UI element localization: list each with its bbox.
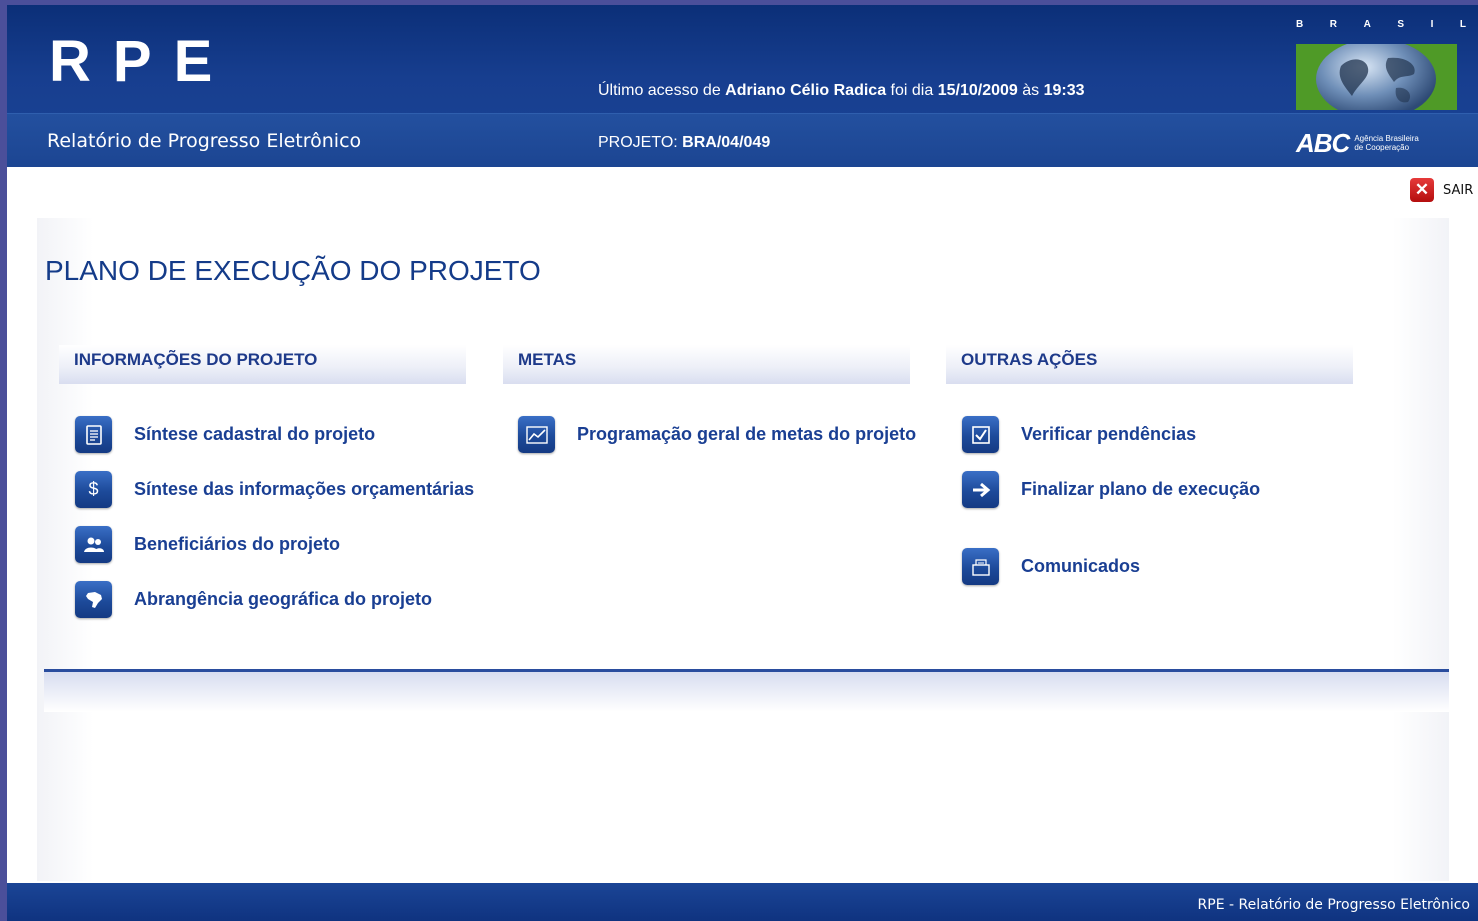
menu-item-label[interactable]: Verificar pendências [1021,424,1196,445]
last-access-user: Adriano Célio Radica [725,82,887,99]
brasil-letter: A [1363,19,1371,30]
brasil-letter: B [1296,19,1304,30]
envelope-icon[interactable] [962,548,999,585]
project-code: BRA/04/049 [682,134,771,151]
people-icon[interactable] [75,526,112,563]
menu-item-label[interactable]: Comunicados [1021,556,1140,577]
menu-item-sintese-cadastral[interactable]: Síntese cadastral do projeto [75,416,375,453]
last-access-info: Último acesso de Adriano Célio Radica fo… [598,82,1085,100]
abc-logo: ABC Agência Brasileira de Cooperação [1296,128,1419,158]
brasil-letter: I [1430,19,1434,30]
last-access-date-prefix: foi dia [890,82,934,99]
menu-item-sintese-orcamentaria[interactable]: $ Síntese das informações orçamentárias [75,471,474,508]
chart-icon[interactable] [518,416,555,453]
menu-item-label[interactable]: Beneficiários do projeto [134,534,340,555]
footer: RPE - Relatório de Progresso Eletrônico [7,883,1478,921]
menu-item-beneficiarios[interactable]: Beneficiários do projeto [75,526,340,563]
last-access-time: 19:33 [1043,82,1085,99]
app-logo: RPE [49,29,235,94]
section-header-info: INFORMAÇÕES DO PROJETO [59,345,466,384]
logout-button[interactable]: ✕ SAIR [1410,178,1473,202]
section-header-outras: OUTRAS AÇÕES [946,345,1353,384]
brasil-letter: L [1459,19,1466,30]
project-info: PROJETO: BRA/04/049 [598,134,770,152]
last-access-date: 15/10/2009 [937,82,1018,99]
last-access-time-prefix: às [1022,82,1040,99]
section-header-metas: METAS [503,345,910,384]
menu-item-finalizar-plano[interactable]: Finalizar plano de execução [962,471,1260,508]
menu-item-programacao-metas[interactable]: Programação geral de metas do projeto [518,416,916,453]
agency-line-2: de Cooperação [1354,143,1410,152]
document-icon[interactable] [75,416,112,453]
menu-item-comunicados[interactable]: Comunicados [962,548,1140,585]
divider-shadow [44,672,1449,712]
agency-line-1: Agência Brasileira [1354,134,1419,143]
menu-item-label[interactable]: Síntese cadastral do projeto [134,424,375,445]
app-subtitle: Relatório de Progresso Eletrônico [47,130,362,152]
menu-item-label[interactable]: Síntese das informações orçamentárias [134,479,474,500]
footer-text: RPE - Relatório de Progresso Eletrônico [1197,897,1470,913]
menu-item-verificar-pendencias[interactable]: Verificar pendências [962,416,1196,453]
menu-item-abrangencia[interactable]: Abrangência geográfica do projeto [75,581,432,618]
arrow-right-icon[interactable] [962,471,999,508]
brasil-wordmark: B R A S I L [1296,19,1466,30]
dollar-icon[interactable]: $ [75,471,112,508]
menu-item-label[interactable]: Programação geral de metas do projeto [577,424,916,445]
checkbox-icon[interactable] [962,416,999,453]
abc-wordmark: ABC [1296,127,1350,158]
logout-label[interactable]: SAIR [1443,183,1473,198]
close-icon[interactable]: ✕ [1410,178,1434,202]
page-title: PLANO DE EXECUÇÃO DO PROJETO [45,255,541,286]
app-frame: RPE Relatório de Progresso Eletrônico Úl… [7,5,1478,921]
header: RPE Relatório de Progresso Eletrônico Úl… [7,5,1478,167]
menu-item-label[interactable]: Finalizar plano de execução [1021,479,1260,500]
project-label: PROJETO: [598,134,678,151]
agency-name: Agência Brasileira de Cooperação [1354,134,1418,152]
globe-icon [1316,39,1436,119]
brazil-map-icon[interactable] [75,581,112,618]
menu-item-label[interactable]: Abrangência geográfica do projeto [134,589,432,610]
globe-logo [1296,39,1457,119]
brasil-letter: R [1329,19,1338,30]
last-access-prefix: Último acesso de [598,82,721,99]
brasil-letter: S [1397,19,1405,30]
